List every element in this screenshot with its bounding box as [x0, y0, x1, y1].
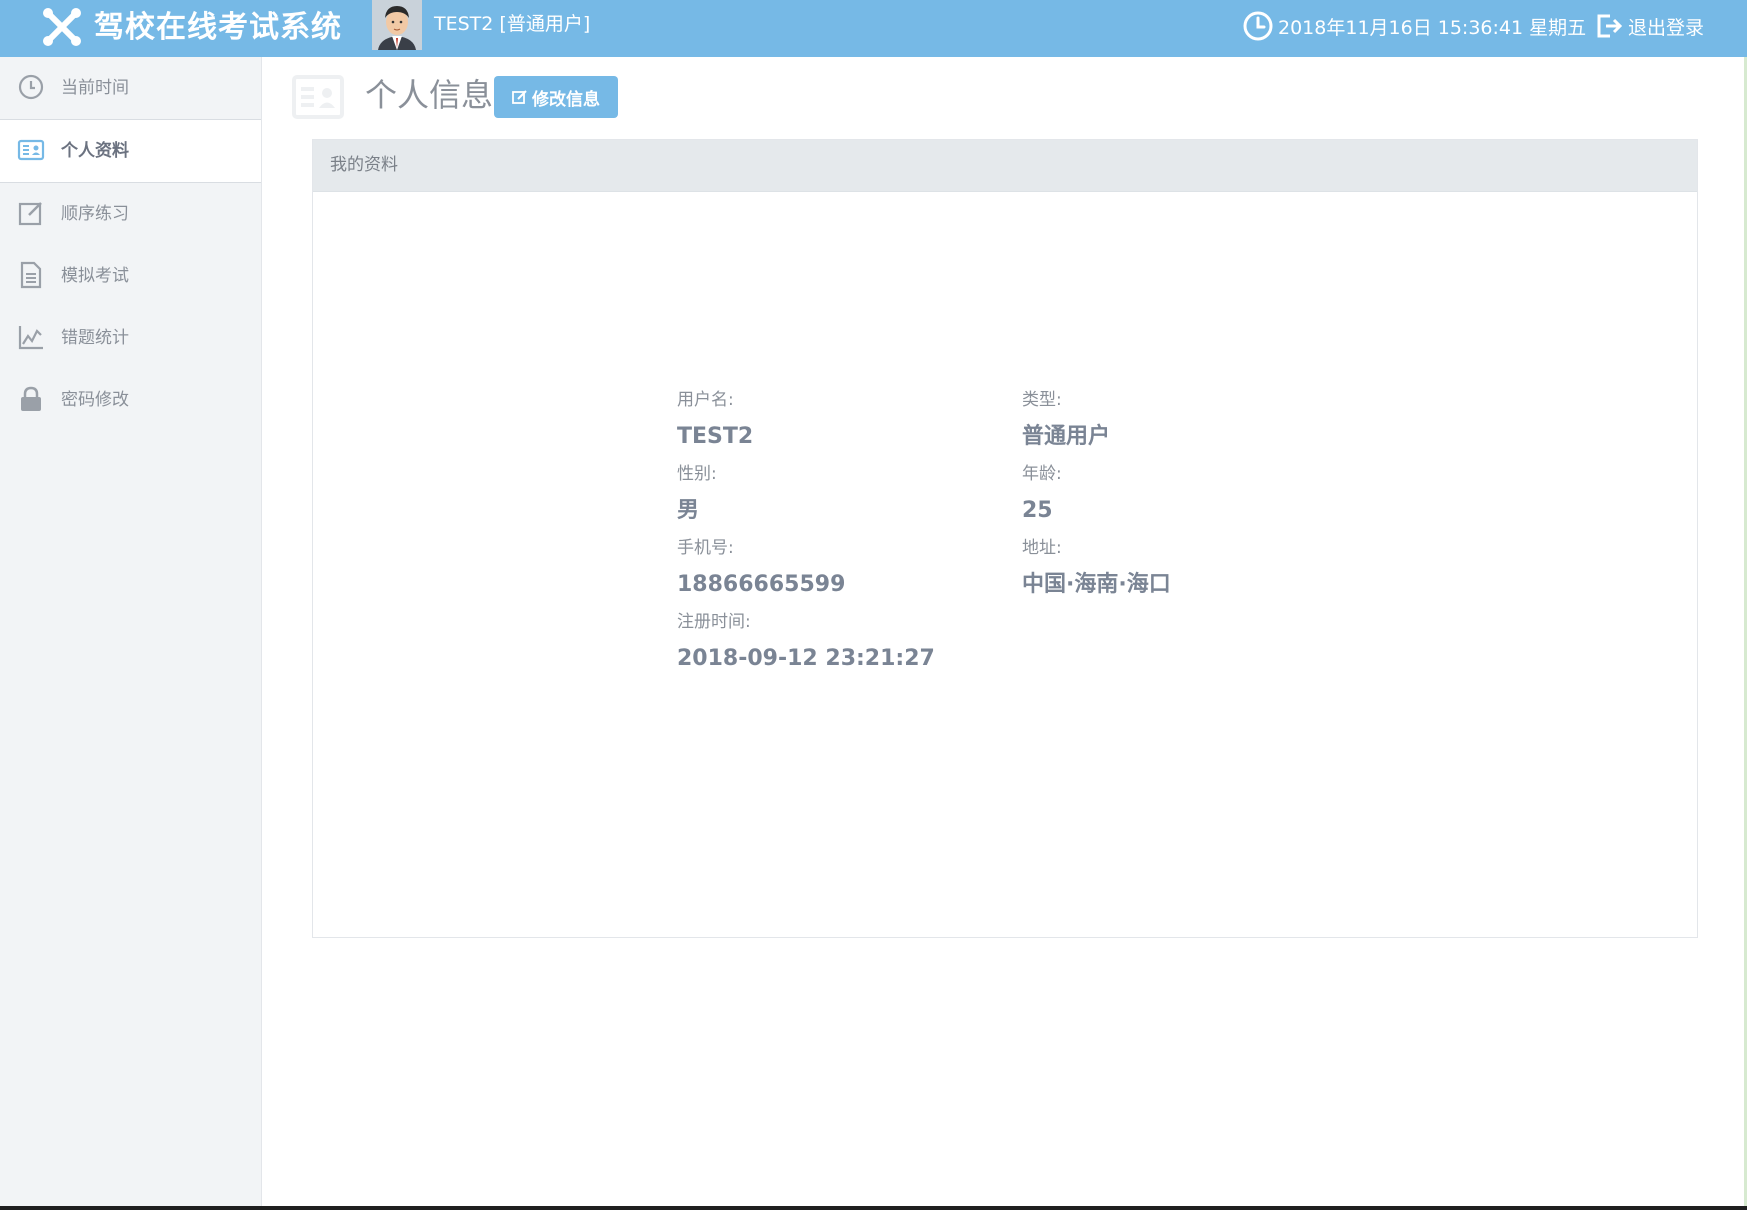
sidebar-item-current-time[interactable]: 当前时间 [0, 57, 261, 120]
field-value: 2018-09-12 23:21:27 [677, 646, 935, 671]
sidebar-item-label: 密码修改 [61, 390, 129, 410]
clock-icon [18, 74, 44, 100]
sidebar-item-sequential-practice[interactable]: 顺序练习 [0, 183, 261, 245]
sidebar-item-label: 模拟考试 [61, 266, 129, 286]
profile-panel: 我的资料 用户名: TEST2 类型: 普通用户 性别: 男 年龄: 25 手机… [312, 139, 1698, 938]
clock-icon [1243, 11, 1273, 41]
field-label: 地址: [1022, 538, 1062, 558]
sidebar-item-wrong-stats[interactable]: 错题统计 [0, 307, 261, 369]
sidebar-item-mock-exam[interactable]: 模拟考试 [0, 245, 261, 307]
field-value: TEST2 [677, 424, 754, 449]
document-icon [20, 261, 42, 289]
edit-info-label: 修改信息 [532, 89, 600, 109]
user-avatar-icon [372, 0, 422, 50]
sidebar-item-label: 当前时间 [61, 78, 129, 98]
sign-out-icon [1597, 14, 1623, 38]
field-gender: 性别: 男 [677, 462, 717, 526]
lock-icon [21, 386, 41, 411]
sidebar-item-label: 错题统计 [61, 328, 129, 348]
app-title: 驾校在线考试系统 [94, 10, 342, 45]
sidebar-item-label: 个人资料 [61, 141, 129, 161]
field-label: 手机号: [677, 538, 734, 558]
field-value: 中国·海南·海口 [1022, 572, 1171, 597]
field-label: 类型: [1022, 390, 1062, 410]
top-navbar: 驾校在线考试系统 TEST2 [普通用户] 2018年11月16日 15:36:… [0, 0, 1747, 57]
datetime-text: 2018年11月16日 15:36:41 星期五 [1278, 16, 1587, 39]
field-register-time: 注册时间: 2018-09-12 23:21:27 [677, 610, 935, 674]
field-address: 地址: 中国·海南·海口 [1022, 536, 1171, 600]
sidebar: 当前时间 个人资料 顺序练习 模拟考试 错题统计 密码修改 [0, 57, 262, 1206]
field-label: 用户名: [677, 390, 734, 410]
field-type: 类型: 普通用户 [1022, 388, 1110, 452]
current-user-label: TEST2 [普通用户] [434, 13, 591, 35]
edit-icon [512, 90, 527, 104]
main-content: 个人信息 修改信息 我的资料 用户名: TEST2 类型: 普通用户 性别: 男… [262, 57, 1747, 1206]
field-label: 注册时间: [677, 612, 751, 632]
page-title: 个人信息 [365, 76, 494, 114]
edit-square-icon [18, 202, 42, 226]
line-chart-icon [18, 326, 43, 350]
bottom-border [0, 1206, 1747, 1210]
field-value: 18866665599 [677, 572, 846, 597]
logout-button[interactable]: 退出登录 [1594, 9, 1704, 43]
logout-label: 退出登录 [1628, 16, 1705, 39]
field-value: 男 [677, 498, 700, 523]
sidebar-item-label: 顺序练习 [61, 204, 129, 224]
field-value: 25 [1022, 498, 1053, 523]
id-card-icon [292, 75, 344, 119]
joomla-logo-icon [43, 8, 81, 46]
field-value: 普通用户 [1022, 424, 1111, 449]
edit-info-button[interactable]: 修改信息 [494, 76, 618, 118]
field-label: 年龄: [1022, 464, 1062, 484]
sidebar-item-change-password[interactable]: 密码修改 [0, 369, 261, 431]
field-label: 性别: [677, 464, 717, 484]
field-username: 用户名: TEST2 [677, 388, 753, 452]
field-age: 年龄: 25 [1022, 462, 1062, 526]
datetime-display: 2018年11月16日 15:36:41 星期五 [1242, 9, 1586, 43]
panel-title: 我的资料 [313, 140, 1697, 192]
sidebar-item-profile[interactable]: 个人资料 [0, 120, 261, 183]
avatar[interactable] [372, 0, 422, 50]
id-card-icon [17, 139, 45, 161]
field-phone: 手机号: 18866665599 [677, 536, 845, 600]
